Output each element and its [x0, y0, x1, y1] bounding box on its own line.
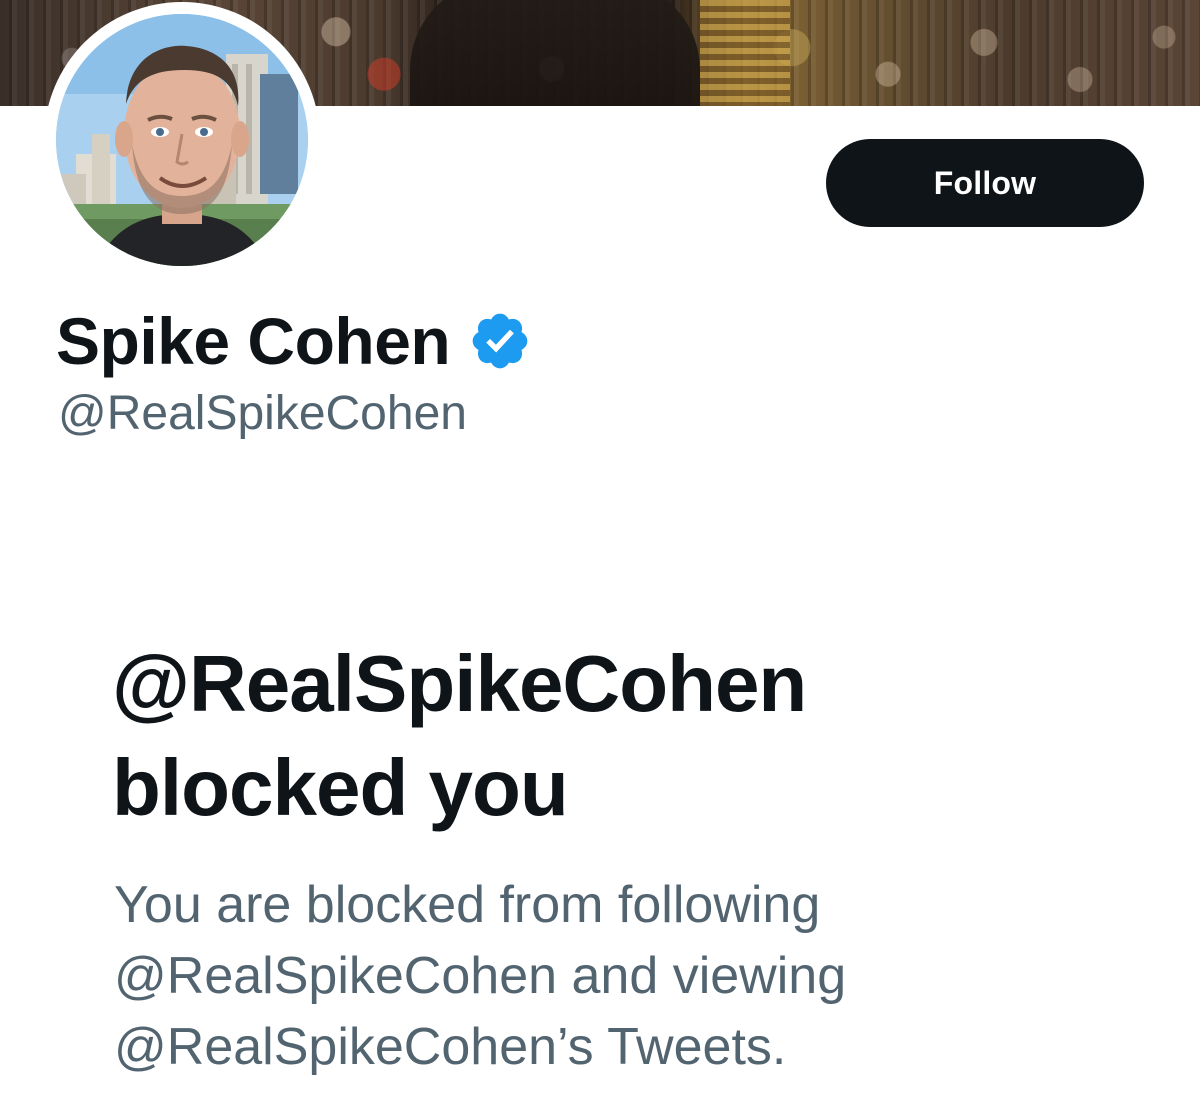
- blocked-title-handle: @RealSpikeCohen: [112, 639, 807, 728]
- avatar[interactable]: [56, 14, 308, 266]
- avatar-image: [56, 14, 308, 266]
- banner-stripes: [700, 0, 790, 106]
- display-name: Spike Cohen: [56, 304, 451, 378]
- profile-page: Follow Spike Cohen @RealSpikeCohen @Real…: [0, 0, 1200, 1098]
- follow-button-label: Follow: [933, 164, 1037, 201]
- banner-figure: [410, 0, 700, 106]
- blocked-title-text: blocked you: [112, 743, 569, 832]
- blocked-description: You are blocked from following @RealSpik…: [114, 870, 1114, 1083]
- blocked-description-line: You are blocked from following: [114, 876, 821, 934]
- blocked-description-line: @RealSpikeCohen’s Tweets.: [114, 1018, 787, 1076]
- follow-button[interactable]: Follow: [826, 139, 1144, 227]
- verified-badge-icon[interactable]: [468, 309, 532, 373]
- profile-handle: @RealSpikeCohen: [58, 387, 467, 440]
- profile-name-row: Spike Cohen: [56, 298, 532, 384]
- blocked-description-line: @RealSpikeCohen and viewing: [114, 947, 847, 1005]
- blocked-title: @RealSpikeCohen blocked you: [112, 632, 1092, 840]
